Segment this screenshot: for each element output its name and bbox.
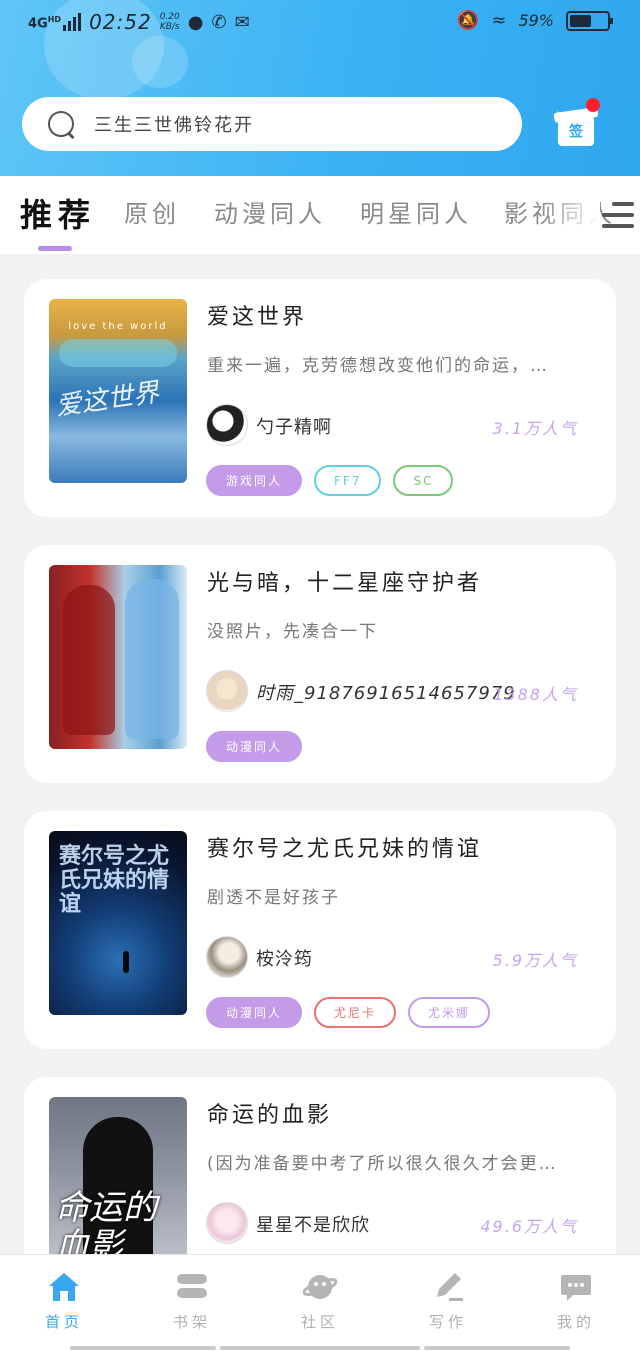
tag[interactable]: 动漫同人 bbox=[206, 731, 303, 762]
tag[interactable]: 尤尼卡 bbox=[314, 997, 397, 1028]
tab-anime-fanfic[interactable]: 动漫同人 bbox=[214, 194, 326, 229]
book-card[interactable]: love the world 爱这世界 爱这世界 重来一遍，克劳德想改变他们的命… bbox=[24, 279, 616, 517]
bookshelf-icon bbox=[175, 1271, 209, 1303]
cover-figure bbox=[63, 585, 115, 735]
cover-title: 赛尔号之尤氏兄妹的情谊 bbox=[59, 844, 170, 917]
write-icon bbox=[431, 1271, 465, 1303]
book-cover: 命运的血影 bbox=[49, 1097, 187, 1254]
battery-icon bbox=[566, 10, 613, 31]
nav-write[interactable]: 写作 bbox=[408, 1271, 488, 1332]
tag[interactable]: FF7 bbox=[314, 465, 382, 496]
popularity: 3.1万人气 bbox=[492, 419, 578, 438]
status-bar: 4GHD 02:52 0.20 KB/s ● ✆ ✉ 🔕 ≈ 59% bbox=[0, 0, 640, 48]
popularity: 5.9万人气 bbox=[492, 951, 578, 970]
cover-title: 爱这世界 bbox=[53, 377, 161, 423]
cover-eyes bbox=[59, 339, 177, 367]
cover-title: 命运的血影 bbox=[55, 1188, 157, 1254]
book-card[interactable]: 光与暗，十二星座守护者 没照片，先凑合一下 时雨_918769165146579… bbox=[24, 545, 616, 783]
tag[interactable]: 游戏同人 bbox=[206, 465, 303, 496]
nav-label: 社区 bbox=[300, 1313, 339, 1331]
gift-icon: 签 bbox=[558, 116, 594, 146]
qq-icon: ● bbox=[187, 11, 204, 33]
book-title: 赛尔号之尤氏兄妹的情谊 bbox=[207, 837, 483, 862]
book-card[interactable]: 命运的血影 命运的血影 (因为准备要中考了所以很久很久才会更… 星星不是欣欣 4… bbox=[24, 1077, 616, 1254]
cover-caption: love the world bbox=[68, 321, 168, 332]
author-name: 星星不是欣欣 bbox=[256, 1215, 370, 1236]
book-desc: 没照片，先凑合一下 bbox=[207, 622, 378, 642]
sign-in-button[interactable]: ✦ 签 bbox=[552, 98, 600, 148]
category-tabs: 推荐 原创 动漫同人 明星同人 影视同人 bbox=[0, 176, 640, 254]
book-cover bbox=[49, 565, 187, 749]
book-title: 命运的血影 bbox=[207, 1103, 333, 1128]
profile-icon bbox=[559, 1271, 593, 1303]
community-icon bbox=[302, 1271, 338, 1303]
book-cover: 赛尔号之尤氏兄妹的情谊 bbox=[49, 831, 187, 1015]
book-cover: love the world 爱这世界 bbox=[49, 299, 187, 483]
nav-bookshelf[interactable]: 书架 bbox=[152, 1271, 232, 1332]
popularity: 1388人气 bbox=[493, 685, 578, 704]
author-name: 桉泠筠 bbox=[256, 949, 313, 970]
search-placeholder: 三生三世佛铃花开 bbox=[94, 115, 254, 136]
avatar bbox=[206, 936, 248, 978]
gesture-bar bbox=[424, 1346, 570, 1350]
gesture-bar bbox=[220, 1346, 420, 1350]
nav-label: 写作 bbox=[428, 1313, 467, 1331]
tab-recommend[interactable]: 推荐 bbox=[20, 190, 96, 236]
tag-list: 动漫同人 尤尼卡 尤米娜 bbox=[206, 997, 491, 1028]
menu-icon[interactable] bbox=[602, 202, 634, 230]
author-name: 时雨_918769165146579​79 bbox=[256, 683, 516, 704]
mute-icon: 🔕 bbox=[456, 10, 480, 31]
tag[interactable]: 尤米娜 bbox=[408, 997, 491, 1028]
notification-dot bbox=[586, 98, 600, 112]
cover-figure bbox=[123, 951, 129, 973]
book-title: 爱这世界 bbox=[207, 305, 308, 330]
phone-icon: ✆ bbox=[211, 11, 227, 33]
book-list: love the world 爱这世界 爱这世界 重来一遍，克劳德想改变他们的命… bbox=[0, 254, 640, 1254]
tab-indicator bbox=[38, 246, 72, 251]
nav-label: 首页 bbox=[44, 1313, 83, 1331]
home-icon bbox=[47, 1271, 81, 1303]
popularity: 49.6万人气 bbox=[480, 1217, 578, 1236]
bottom-nav: 首页 书架 社区 写作 我的 bbox=[0, 1254, 640, 1351]
search-bar[interactable]: 三生三世佛铃花开 bbox=[22, 97, 522, 151]
nav-label: 书架 bbox=[172, 1313, 211, 1331]
battery-percent: 59% bbox=[518, 11, 554, 30]
tab-celebrity-fanfic[interactable]: 明星同人 bbox=[360, 194, 472, 229]
tab-fade bbox=[540, 176, 600, 246]
tag[interactable]: 动漫同人 bbox=[206, 997, 303, 1028]
book-desc: (因为准备要中考了所以很久很久才会更… bbox=[207, 1154, 558, 1174]
avatar bbox=[206, 670, 248, 712]
gesture-bar bbox=[70, 1346, 216, 1350]
message-icon: ✉ bbox=[234, 11, 250, 33]
tag-list: 游戏同人 FF7 SC bbox=[206, 465, 454, 496]
clock: 02:52 bbox=[89, 10, 152, 34]
book-title: 光与暗，十二星座守护者 bbox=[207, 571, 483, 596]
book-desc: 重来一遍，克劳德想改变他们的命运，… bbox=[207, 356, 549, 376]
avatar bbox=[206, 1202, 248, 1244]
cover-figure bbox=[125, 579, 179, 739]
tag-list: 动漫同人 bbox=[206, 731, 303, 762]
nav-home[interactable]: 首页 bbox=[24, 1271, 104, 1332]
search-icon bbox=[46, 109, 76, 139]
book-card[interactable]: 赛尔号之尤氏兄妹的情谊 赛尔号之尤氏兄妹的情谊 剧透不是好孩子 桉泠筠 5.9万… bbox=[24, 811, 616, 1049]
wifi-icon: ≈ bbox=[491, 10, 507, 31]
nav-label: 我的 bbox=[556, 1313, 595, 1331]
network-speed: 0.20 KB/s bbox=[159, 12, 180, 32]
header: 4GHD 02:52 0.20 KB/s ● ✆ ✉ 🔕 ≈ 59% 三生三世佛… bbox=[0, 0, 640, 176]
author-name: 勺子精啊 bbox=[256, 417, 332, 438]
nav-community[interactable]: 社区 bbox=[280, 1271, 360, 1332]
tab-original[interactable]: 原创 bbox=[124, 194, 180, 229]
tag[interactable]: SC bbox=[393, 465, 454, 496]
avatar bbox=[206, 404, 248, 446]
book-desc: 剧透不是好孩子 bbox=[207, 888, 340, 908]
nav-profile[interactable]: 我的 bbox=[536, 1271, 616, 1332]
signal-icon: 4GHD bbox=[28, 13, 82, 31]
